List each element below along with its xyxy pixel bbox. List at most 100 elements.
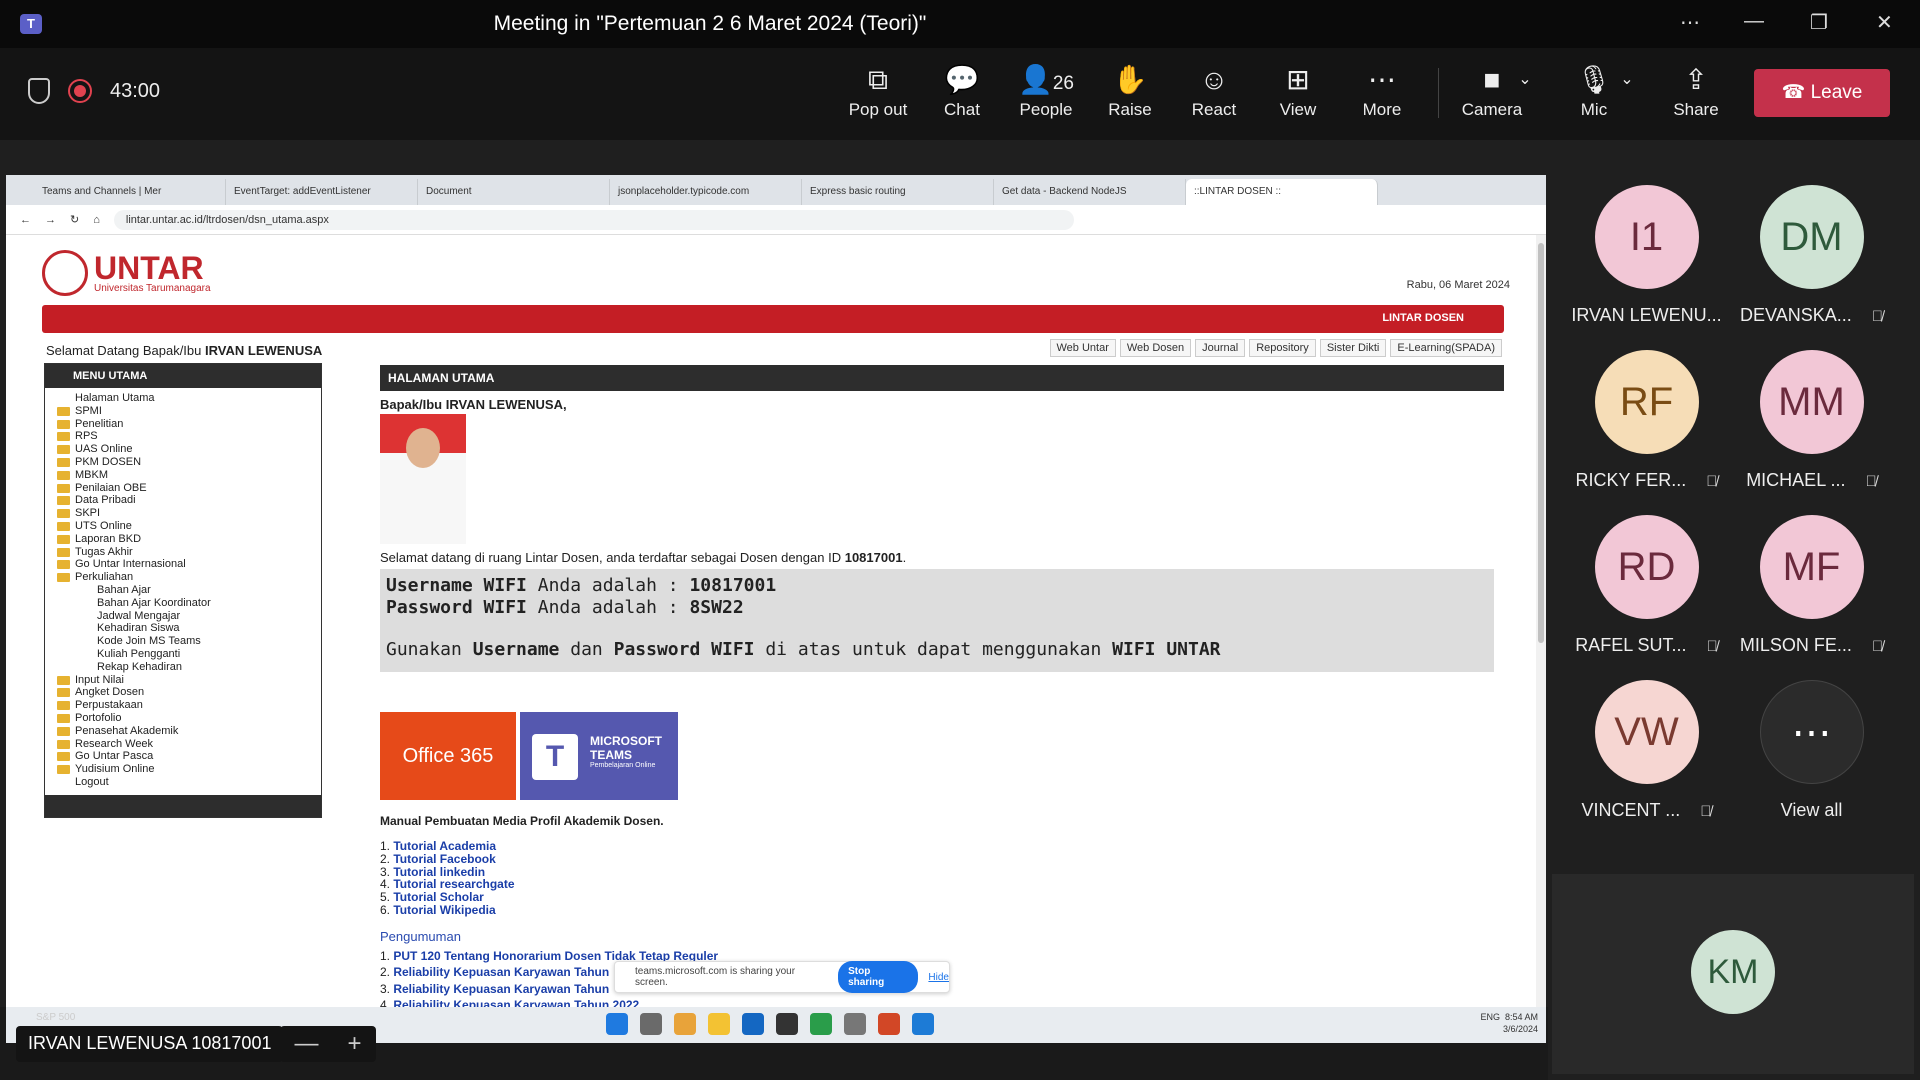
menu-item[interactable]: Yudisium Online bbox=[55, 763, 311, 776]
menu-item[interactable]: Tugas Akhir bbox=[55, 546, 311, 559]
system-tray: ENG 8:54 AM 3/6/2024 bbox=[1480, 1012, 1538, 1034]
announcement-link[interactable]: Reliability Kepuasan Karyawan Tahun 2022 bbox=[393, 998, 639, 1007]
menu-item[interactable]: Angket Dosen bbox=[55, 686, 311, 699]
announcement-link[interactable]: Reliability Kepuasan Karyawan Tahun bbox=[393, 982, 609, 996]
menu-item[interactable]: Go Untar Internasional bbox=[55, 558, 311, 571]
forward-icon[interactable]: → bbox=[45, 214, 56, 226]
people-button[interactable]: 👤26 People bbox=[1006, 62, 1086, 120]
link-web-untar[interactable]: Web Untar bbox=[1049, 339, 1116, 357]
menu-item[interactable]: UTS Online bbox=[55, 520, 311, 533]
reload-icon[interactable]: ↻ bbox=[70, 213, 79, 226]
react-button[interactable]: ☺ React bbox=[1174, 62, 1254, 120]
menu-item[interactable]: Input Nilai bbox=[55, 674, 311, 687]
menu-item[interactable]: Kehadiran Siswa bbox=[55, 622, 311, 635]
camera-options-chevron-icon[interactable]: ⌄ bbox=[1510, 62, 1540, 98]
shield-icon[interactable] bbox=[28, 78, 50, 104]
url-field[interactable]: lintar.untar.ac.id/ltrdosen/dsn_utama.as… bbox=[113, 209, 1074, 230]
chat-button[interactable]: 💬 Chat bbox=[922, 62, 1002, 120]
back-icon[interactable]: ← bbox=[20, 214, 31, 226]
minimize-button[interactable]: — bbox=[1744, 10, 1764, 33]
participant-tile[interactable]: RF RICKY FER... 🎙̸ bbox=[1564, 350, 1729, 491]
link-repository[interactable]: Repository bbox=[1249, 339, 1316, 357]
menu-item[interactable]: Penilaian OBE bbox=[55, 482, 311, 495]
link-elearning[interactable]: E-Learning(SPADA) bbox=[1390, 339, 1502, 357]
untar-logo[interactable]: UNTAR Universitas Tarumanagara bbox=[42, 250, 211, 296]
menu-item[interactable]: Perpustakaan bbox=[55, 699, 311, 712]
menu-item[interactable]: Logout bbox=[55, 776, 311, 789]
menu-item[interactable]: Penelitian bbox=[55, 418, 311, 431]
folder-icon bbox=[57, 560, 70, 570]
tutorial-link[interactable]: Tutorial Wikipedia bbox=[393, 903, 495, 917]
link-sister-dikti[interactable]: Sister Dikti bbox=[1319, 339, 1387, 357]
share-button[interactable]: ⇪ Share bbox=[1656, 62, 1736, 120]
browser-tab[interactable]: Express basic routing bbox=[802, 179, 994, 205]
browser-tab[interactable]: Document bbox=[418, 179, 610, 205]
menu-item[interactable]: RPS bbox=[55, 430, 311, 443]
stop-sharing-button[interactable]: Stop sharing bbox=[838, 961, 919, 993]
browser-tab[interactable]: Teams and Channels | Mer bbox=[34, 179, 226, 205]
office-365-link[interactable]: Office 365 bbox=[380, 712, 516, 800]
menu-item[interactable]: SKPI bbox=[55, 507, 311, 520]
menu-item[interactable]: Bahan Ajar Koordinator bbox=[55, 597, 311, 610]
menu-item[interactable]: Portofolio bbox=[55, 712, 311, 725]
menu-item[interactable]: Rekap Kehadiran bbox=[55, 661, 311, 674]
view-button[interactable]: ⊞ View bbox=[1258, 62, 1338, 120]
menu-item[interactable]: Penasehat Akademik bbox=[55, 725, 311, 738]
folder-icon bbox=[57, 713, 70, 723]
menu-item[interactable]: Go Untar Pasca bbox=[55, 750, 311, 763]
window-titlebar: T Meeting in "Pertemuan 2 6 Maret 2024 (… bbox=[0, 0, 1920, 48]
mic-muted-icon: 🎙̸ bbox=[1871, 638, 1884, 655]
menu-item[interactable]: UAS Online bbox=[55, 443, 311, 456]
meeting-timer: 43:00 bbox=[110, 79, 161, 102]
folder-icon bbox=[57, 547, 70, 557]
menu-item[interactable]: Laporan BKD bbox=[55, 533, 311, 546]
menu-item[interactable]: SPMI bbox=[55, 405, 311, 418]
close-window-button[interactable]: ✕ bbox=[1876, 10, 1893, 35]
spotlight-tile[interactable]: KM bbox=[1552, 874, 1914, 1074]
menu-item[interactable]: Kuliah Pengganti bbox=[55, 648, 311, 661]
menu-item[interactable]: Research Week bbox=[55, 738, 311, 751]
mic-muted-icon: 🎙̸ bbox=[1865, 473, 1877, 490]
menu-item[interactable]: Bahan Ajar bbox=[55, 584, 311, 597]
menu-item[interactable]: MBKM bbox=[55, 469, 311, 482]
home-icon[interactable]: ⌂ bbox=[93, 214, 100, 226]
participant-tile[interactable]: MM MICHAEL ... 🎙̸ bbox=[1729, 350, 1894, 491]
folder-icon bbox=[57, 483, 70, 493]
menu-item[interactable]: Halaman Utama bbox=[55, 392, 311, 405]
link-journal[interactable]: Journal bbox=[1195, 339, 1246, 357]
folder-icon bbox=[57, 701, 70, 711]
participant-tile[interactable]: VW VINCENT ... 🎙̸ bbox=[1564, 680, 1729, 821]
menu-item[interactable]: Jadwal Mengajar bbox=[55, 610, 311, 623]
zoom-in-button[interactable]: + bbox=[347, 1030, 361, 1058]
participant-name: RAFEL SUT... bbox=[1575, 635, 1687, 655]
more-button[interactable]: ⋯ More bbox=[1342, 62, 1422, 120]
announcement-link[interactable]: Reliability Kepuasan Karyawan Tahun bbox=[393, 965, 609, 979]
participant-tile[interactable]: MF MILSON FE... 🎙̸ bbox=[1729, 515, 1894, 656]
mic-options-chevron-icon[interactable]: ⌄ bbox=[1612, 62, 1642, 98]
participant-tile[interactable]: DM DEVANSKA... 🎙̸ bbox=[1729, 185, 1894, 326]
browser-tab[interactable]: Get data - Backend NodeJS bbox=[994, 179, 1186, 205]
more-options-icon[interactable]: ⋯ bbox=[1680, 10, 1700, 35]
view-all-button[interactable]: ⋯ View all bbox=[1729, 680, 1894, 821]
restore-button[interactable]: ❐ bbox=[1810, 10, 1828, 35]
link-web-dosen[interactable]: Web Dosen bbox=[1119, 339, 1192, 357]
zoom-out-button[interactable]: — bbox=[294, 1030, 318, 1058]
menu-item[interactable]: Perkuliahan bbox=[55, 571, 311, 584]
microsoft-teams-link[interactable]: T MICROSOFT TEAMS Pembelajaran Online bbox=[520, 712, 678, 800]
menu-item[interactable]: Kode Join MS Teams bbox=[55, 635, 311, 648]
menu-item[interactable]: PKM DOSEN bbox=[55, 456, 311, 469]
hide-notice-link[interactable]: Hide bbox=[928, 972, 949, 983]
file-explorer-icon bbox=[708, 1013, 730, 1035]
browser-tab[interactable]: EventTarget: addEventListener bbox=[226, 179, 418, 205]
participant-tile[interactable]: I1 IRVAN LEWENU... bbox=[1564, 185, 1729, 326]
participant-tile[interactable]: RD RAFEL SUT... 🎙̸ bbox=[1564, 515, 1729, 656]
browser-tab-active[interactable]: ::LINTAR DOSEN :: bbox=[1186, 179, 1378, 205]
pop-out-button[interactable]: ⧉ Pop out bbox=[838, 62, 918, 120]
recording-icon bbox=[68, 79, 92, 103]
chrome-active-icon bbox=[810, 1013, 832, 1035]
browser-tab[interactable]: jsonplaceholder.typicode.com bbox=[610, 179, 802, 205]
menu-item[interactable]: Data Pribadi bbox=[55, 494, 311, 507]
raise-hand-button[interactable]: ✋ Raise bbox=[1090, 62, 1170, 120]
page-scrollbar[interactable] bbox=[1536, 235, 1546, 1007]
leave-button[interactable]: ☎ Leave bbox=[1754, 69, 1890, 117]
